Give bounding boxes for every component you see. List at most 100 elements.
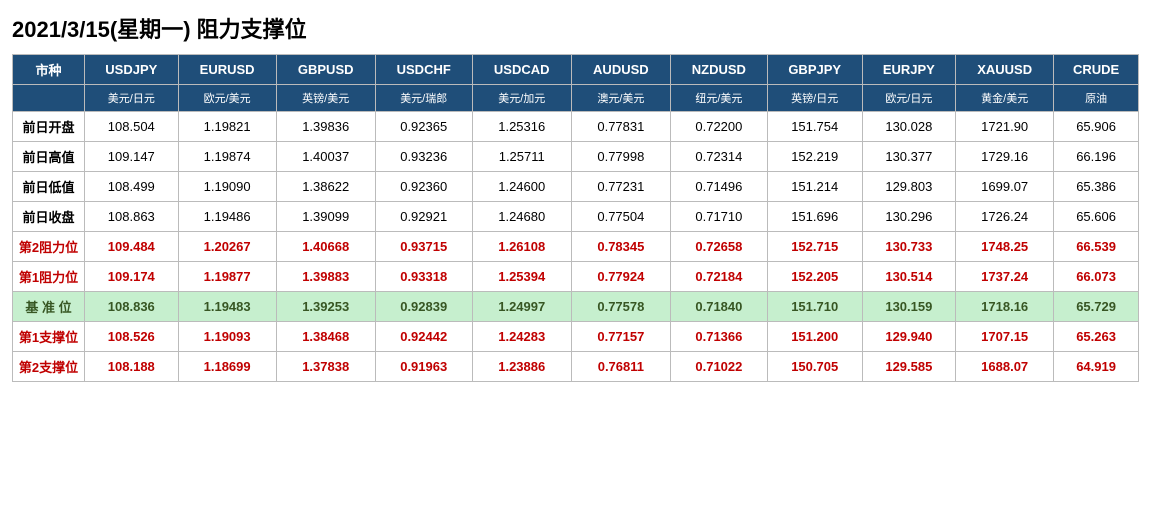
th-eurusd-2: 欧元/美元 bbox=[178, 85, 276, 112]
cell-value: 1726.24 bbox=[956, 202, 1054, 232]
cell-value: 0.77504 bbox=[571, 202, 670, 232]
cell-value: 129.803 bbox=[862, 172, 956, 202]
th-usdchf-1: USDCHF bbox=[375, 55, 472, 85]
cell-value: 1.39253 bbox=[276, 292, 375, 322]
cell-value: 1.19483 bbox=[178, 292, 276, 322]
cell-value: 1.20267 bbox=[178, 232, 276, 262]
table-row: 第1支撑位108.5261.190931.384680.924421.24283… bbox=[13, 322, 1139, 352]
cell-value: 1707.15 bbox=[956, 322, 1054, 352]
cell-value: 0.92365 bbox=[375, 112, 472, 142]
cell-value: 0.93715 bbox=[375, 232, 472, 262]
cell-value: 66.073 bbox=[1054, 262, 1139, 292]
cell-value: 1.24997 bbox=[472, 292, 571, 322]
cell-value: 1.18699 bbox=[178, 352, 276, 382]
th-gbpusd-1: GBPUSD bbox=[276, 55, 375, 85]
cell-value: 1.19877 bbox=[178, 262, 276, 292]
cell-value: 1.37838 bbox=[276, 352, 375, 382]
th-usdjpy-2: 美元/日元 bbox=[85, 85, 179, 112]
cell-value: 0.92839 bbox=[375, 292, 472, 322]
cell-value: 1.24283 bbox=[472, 322, 571, 352]
th-audusd-2: 澳元/美元 bbox=[571, 85, 670, 112]
th-nzdusd-2: 纽元/美元 bbox=[670, 85, 767, 112]
cell-value: 0.71366 bbox=[670, 322, 767, 352]
row-label: 前日开盘 bbox=[13, 112, 85, 142]
cell-value: 0.72658 bbox=[670, 232, 767, 262]
cell-value: 1.23886 bbox=[472, 352, 571, 382]
cell-value: 65.906 bbox=[1054, 112, 1139, 142]
cell-value: 1.38622 bbox=[276, 172, 375, 202]
cell-value: 130.514 bbox=[862, 262, 956, 292]
cell-value: 130.159 bbox=[862, 292, 956, 322]
cell-value: 1.40668 bbox=[276, 232, 375, 262]
th-crude-1: CRUDE bbox=[1054, 55, 1139, 85]
row-label: 前日收盘 bbox=[13, 202, 85, 232]
cell-value: 152.219 bbox=[767, 142, 862, 172]
cell-value: 108.863 bbox=[85, 202, 179, 232]
cell-value: 1737.24 bbox=[956, 262, 1054, 292]
cell-value: 130.377 bbox=[862, 142, 956, 172]
cell-value: 1699.07 bbox=[956, 172, 1054, 202]
th-xauusd-1: XAUUSD bbox=[956, 55, 1054, 85]
cell-value: 109.484 bbox=[85, 232, 179, 262]
cell-value: 0.72314 bbox=[670, 142, 767, 172]
cell-value: 151.754 bbox=[767, 112, 862, 142]
cell-value: 1729.16 bbox=[956, 142, 1054, 172]
cell-value: 0.93318 bbox=[375, 262, 472, 292]
th-gbpjpy-1: GBPJPY bbox=[767, 55, 862, 85]
cell-value: 1688.07 bbox=[956, 352, 1054, 382]
table-row: 第1阻力位109.1741.198771.398830.933181.25394… bbox=[13, 262, 1139, 292]
cell-value: 0.72184 bbox=[670, 262, 767, 292]
cell-value: 109.147 bbox=[85, 142, 179, 172]
th-eurjpy-2: 欧元/日元 bbox=[862, 85, 956, 112]
cell-value: 1.19093 bbox=[178, 322, 276, 352]
cell-value: 152.205 bbox=[767, 262, 862, 292]
cell-value: 130.028 bbox=[862, 112, 956, 142]
data-table: 市种 USDJPY EURUSD GBPUSD USDCHF USDCAD AU… bbox=[12, 54, 1139, 382]
cell-value: 1.26108 bbox=[472, 232, 571, 262]
cell-value: 151.200 bbox=[767, 322, 862, 352]
table-row: 前日收盘108.8631.194861.390990.929211.246800… bbox=[13, 202, 1139, 232]
cell-value: 1748.25 bbox=[956, 232, 1054, 262]
cell-value: 108.504 bbox=[85, 112, 179, 142]
th-label: 市种 bbox=[13, 55, 85, 85]
cell-value: 0.71496 bbox=[670, 172, 767, 202]
cell-value: 0.71022 bbox=[670, 352, 767, 382]
th-usdcad-1: USDCAD bbox=[472, 55, 571, 85]
cell-value: 1.25316 bbox=[472, 112, 571, 142]
table-row: 基 准 位108.8361.194831.392530.928391.24997… bbox=[13, 292, 1139, 322]
cell-value: 1.39883 bbox=[276, 262, 375, 292]
cell-value: 0.92442 bbox=[375, 322, 472, 352]
th-gbpjpy-2: 英镑/日元 bbox=[767, 85, 862, 112]
cell-value: 130.733 bbox=[862, 232, 956, 262]
th-eurusd-1: EURUSD bbox=[178, 55, 276, 85]
cell-value: 0.77578 bbox=[571, 292, 670, 322]
th-crude-2: 原油 bbox=[1054, 85, 1139, 112]
cell-value: 1.25394 bbox=[472, 262, 571, 292]
cell-value: 0.92921 bbox=[375, 202, 472, 232]
cell-value: 0.71710 bbox=[670, 202, 767, 232]
row-label: 第1支撑位 bbox=[13, 322, 85, 352]
cell-value: 1.24600 bbox=[472, 172, 571, 202]
cell-value: 151.214 bbox=[767, 172, 862, 202]
row-label: 第1阻力位 bbox=[13, 262, 85, 292]
cell-value: 129.940 bbox=[862, 322, 956, 352]
cell-value: 0.72200 bbox=[670, 112, 767, 142]
row-label: 第2支撑位 bbox=[13, 352, 85, 382]
table-row: 前日开盘108.5041.198211.398360.923651.253160… bbox=[13, 112, 1139, 142]
cell-value: 151.696 bbox=[767, 202, 862, 232]
cell-value: 0.71840 bbox=[670, 292, 767, 322]
cell-value: 1718.16 bbox=[956, 292, 1054, 322]
cell-value: 0.77157 bbox=[571, 322, 670, 352]
th-label-2 bbox=[13, 85, 85, 112]
cell-value: 1.40037 bbox=[276, 142, 375, 172]
cell-value: 1721.90 bbox=[956, 112, 1054, 142]
cell-value: 65.386 bbox=[1054, 172, 1139, 202]
cell-value: 1.19821 bbox=[178, 112, 276, 142]
row-label: 前日低值 bbox=[13, 172, 85, 202]
cell-value: 0.93236 bbox=[375, 142, 472, 172]
cell-value: 108.526 bbox=[85, 322, 179, 352]
cell-value: 65.729 bbox=[1054, 292, 1139, 322]
th-gbpusd-2: 英镑/美元 bbox=[276, 85, 375, 112]
cell-value: 1.24680 bbox=[472, 202, 571, 232]
cell-value: 0.91963 bbox=[375, 352, 472, 382]
